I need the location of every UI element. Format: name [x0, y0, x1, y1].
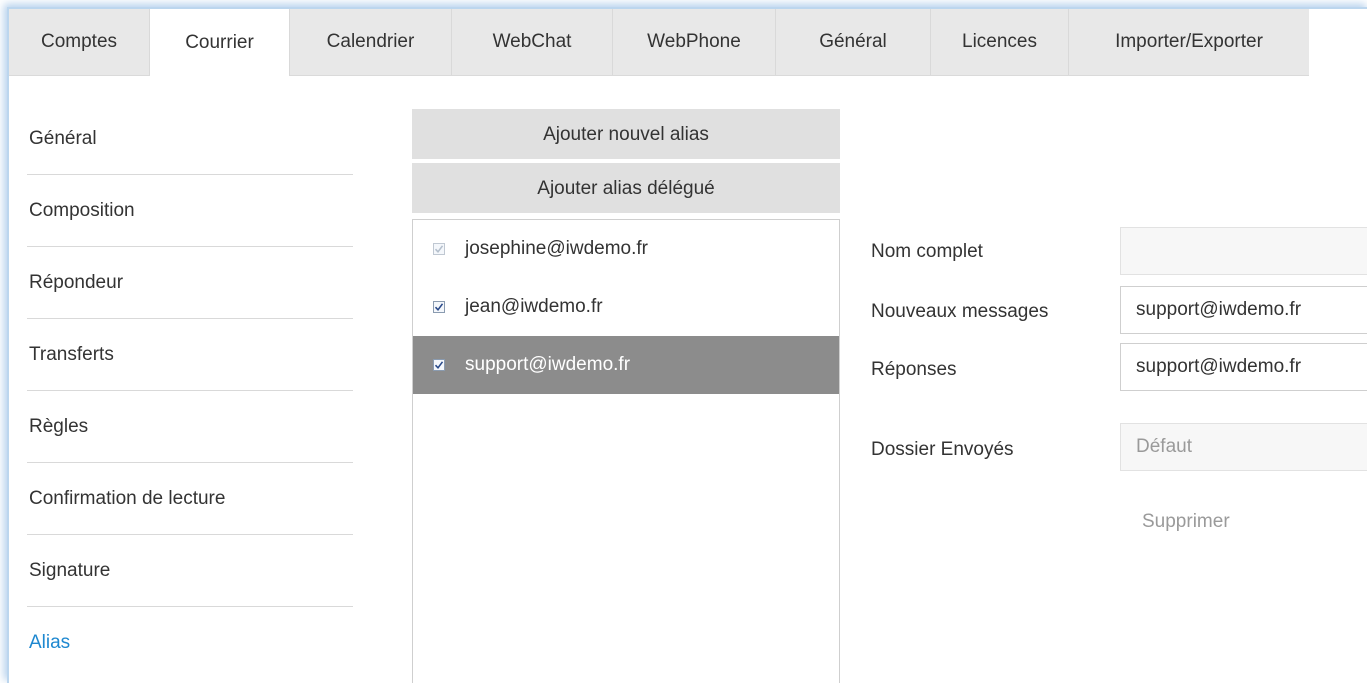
tab-webphone[interactable]: WebPhone	[613, 9, 776, 75]
tab-comptes[interactable]: Comptes	[9, 9, 150, 75]
sidebar-item-confirmation-lecture[interactable]: Confirmation de lecture	[27, 463, 353, 535]
alias-checkbox[interactable]	[433, 359, 445, 371]
checkmark-icon	[434, 361, 444, 370]
alias-checkbox[interactable]	[433, 301, 445, 313]
settings-window: Comptes Courrier Calendrier WebChat WebP…	[7, 7, 1367, 683]
alias-row-jean[interactable]: jean@iwdemo.fr	[413, 278, 839, 336]
tab-bar: Comptes Courrier Calendrier WebChat WebP…	[9, 9, 1309, 76]
tab-courrier[interactable]: Courrier	[150, 9, 290, 76]
sidebar-item-repondeur[interactable]: Répondeur	[27, 247, 353, 319]
alias-row-josephine[interactable]: josephine@iwdemo.fr	[413, 220, 839, 278]
tab-importer-exporter[interactable]: Importer/Exporter	[1069, 9, 1309, 75]
sent-folder-select[interactable]: Défaut	[1120, 423, 1367, 471]
tab-webchat[interactable]: WebChat	[452, 9, 613, 75]
checkmark-icon	[434, 303, 444, 312]
sidebar-item-regles[interactable]: Règles	[27, 391, 353, 463]
checkmark-icon	[434, 245, 444, 254]
alias-list: josephine@iwdemo.fr jean@iwdemo.fr suppo…	[412, 219, 840, 683]
alias-email: jean@iwdemo.fr	[465, 296, 603, 317]
sidebar-nav: Général Composition Répondeur Transferts…	[27, 103, 353, 679]
sent-folder-label: Dossier Envoyés	[871, 439, 1014, 460]
sidebar-item-composition[interactable]: Composition	[27, 175, 353, 247]
new-messages-field[interactable]	[1120, 286, 1367, 334]
replies-field[interactable]	[1120, 343, 1367, 391]
full-name-field[interactable]	[1120, 227, 1367, 275]
alias-row-support[interactable]: support@iwdemo.fr	[413, 336, 839, 394]
tab-general[interactable]: Général	[776, 9, 931, 75]
add-alias-button[interactable]: Ajouter nouvel alias	[412, 109, 840, 159]
replies-label: Réponses	[871, 359, 957, 380]
full-name-label: Nom complet	[871, 241, 983, 262]
add-delegated-alias-button[interactable]: Ajouter alias délégué	[412, 163, 840, 213]
alias-checkbox[interactable]	[433, 243, 445, 255]
sidebar-item-transferts[interactable]: Transferts	[27, 319, 353, 391]
delete-button[interactable]: Supprimer	[1142, 511, 1230, 533]
sidebar-item-signature[interactable]: Signature	[27, 535, 353, 607]
sidebar-item-general[interactable]: Général	[27, 103, 353, 175]
alias-email: josephine@iwdemo.fr	[465, 238, 648, 259]
sidebar-item-alias[interactable]: Alias	[27, 607, 353, 679]
tab-calendrier[interactable]: Calendrier	[290, 9, 452, 75]
tab-licences[interactable]: Licences	[931, 9, 1069, 75]
new-messages-label: Nouveaux messages	[871, 301, 1049, 322]
alias-email: support@iwdemo.fr	[465, 354, 631, 375]
